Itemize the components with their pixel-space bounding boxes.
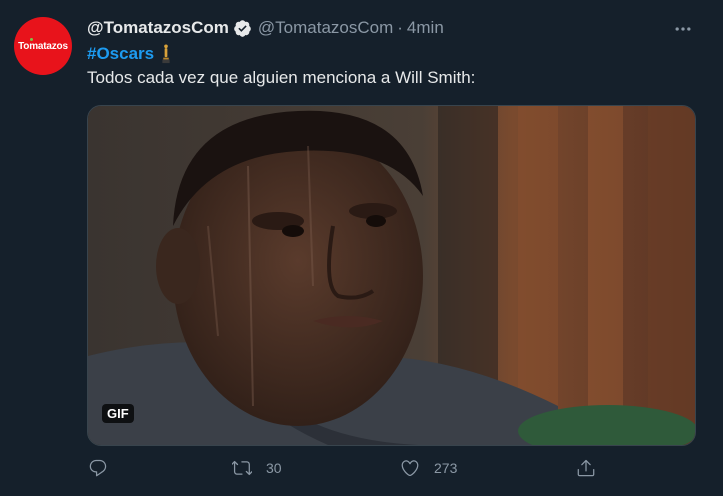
gif-media[interactable]: GIF bbox=[87, 105, 696, 446]
hashtag-link[interactable]: #Oscars bbox=[87, 42, 154, 66]
tweet-header: @TomatazosCom @TomatazosCom · 4min bbox=[87, 16, 444, 40]
retweet-icon bbox=[232, 460, 252, 476]
timestamp[interactable]: 4min bbox=[407, 18, 444, 38]
share-button[interactable] bbox=[576, 458, 596, 478]
action-bar: 30 273 bbox=[0, 450, 723, 490]
more-button[interactable] bbox=[668, 16, 698, 42]
logo-leaf bbox=[30, 38, 33, 41]
tweet-text: Todos cada vez que alguien menciona a Wi… bbox=[87, 68, 476, 87]
avatar-text: Tomatazos bbox=[18, 40, 68, 52]
separator: · bbox=[397, 18, 403, 37]
retweet-count: 30 bbox=[266, 460, 282, 476]
like-button[interactable]: 273 bbox=[400, 458, 457, 478]
more-icon bbox=[675, 27, 691, 31]
display-name[interactable]: @TomatazosCom bbox=[87, 18, 229, 38]
tweet-card[interactable]: Tomatazos @TomatazosCom @TomatazosCom · … bbox=[0, 0, 723, 496]
like-count: 273 bbox=[434, 460, 458, 476]
like-icon bbox=[401, 460, 419, 477]
gif-badge: GIF bbox=[102, 404, 134, 423]
reply-icon bbox=[89, 459, 107, 477]
gif-frame bbox=[88, 106, 695, 445]
share-icon bbox=[577, 459, 595, 477]
reply-button[interactable] bbox=[88, 458, 108, 478]
avatar[interactable]: Tomatazos bbox=[14, 17, 72, 75]
handle[interactable]: @TomatazosCom bbox=[258, 18, 393, 38]
hashtag-line: #Oscars bbox=[87, 42, 172, 66]
verified-icon bbox=[234, 19, 251, 37]
retweet-button[interactable]: 30 bbox=[232, 458, 282, 478]
trophy-icon bbox=[162, 44, 170, 64]
